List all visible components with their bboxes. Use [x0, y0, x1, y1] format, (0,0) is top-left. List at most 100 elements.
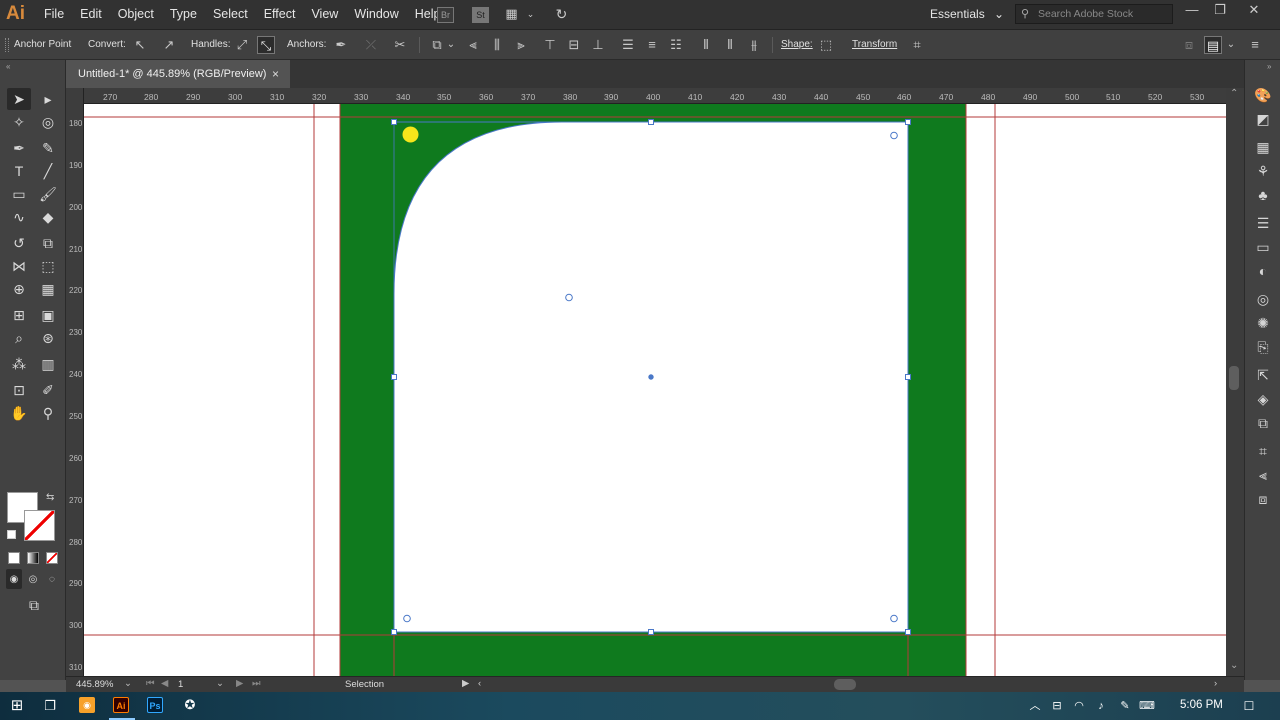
- artwork[interactable]: [84, 104, 1226, 676]
- transform-panel-icon[interactable]: ⌗: [1254, 442, 1272, 460]
- last-artboard-icon[interactable]: ⏭: [252, 678, 261, 689]
- curvature-tool-icon[interactable]: ✎: [36, 137, 60, 159]
- artboards-icon[interactable]: ◈: [1254, 390, 1272, 408]
- first-artboard-icon[interactable]: ⏮: [146, 678, 155, 689]
- artboard-tool-icon[interactable]: ⊡: [7, 379, 31, 401]
- default-fill-stroke-icon[interactable]: [7, 530, 16, 539]
- photoshop-taskbar-icon[interactable]: Ps: [147, 697, 163, 713]
- align-right-icon[interactable]: ⫸: [512, 36, 530, 54]
- width-tool-icon[interactable]: ⋈: [7, 255, 31, 277]
- screen-mode-icon[interactable]: ⧉: [22, 594, 46, 616]
- grip-handle[interactable]: [5, 38, 9, 52]
- color-mode-icon[interactable]: [8, 552, 20, 564]
- align-hcenter-icon[interactable]: ⫼: [488, 36, 506, 54]
- collapse-panel-icon[interactable]: «: [6, 62, 10, 71]
- rotate-tool-icon[interactable]: ↺: [7, 232, 31, 254]
- search-stock-input[interactable]: ⚲ Search Adobe Stock: [1015, 4, 1173, 24]
- draw-behind-icon[interactable]: ◎: [25, 569, 41, 589]
- status-menu-icon[interactable]: ▶: [462, 678, 469, 689]
- menu-effect[interactable]: Effect: [256, 0, 304, 30]
- firefox-icon[interactable]: ◉: [79, 697, 95, 713]
- chevron-up-icon[interactable]: ︿: [1024, 696, 1046, 716]
- stroke-panel-icon[interactable]: ☰: [1254, 214, 1272, 232]
- none-mode-icon[interactable]: [46, 552, 58, 564]
- selection-tool-icon[interactable]: ➤: [7, 88, 31, 110]
- windows-start-icon[interactable]: ⊞: [6, 696, 28, 716]
- magic-wand-tool-icon[interactable]: ✧: [7, 111, 31, 133]
- lasso-tool-icon[interactable]: ◎: [36, 111, 60, 133]
- pathfinder-panel-icon[interactable]: ⧈: [1254, 490, 1272, 508]
- center-point[interactable]: [648, 374, 654, 380]
- show-handles-icon[interactable]: ⤢: [233, 36, 251, 54]
- draw-normal-icon[interactable]: ◉: [6, 569, 22, 589]
- hide-handles-icon[interactable]: ⤡: [257, 36, 275, 54]
- arrange-documents-icon[interactable]: ▦: [503, 7, 520, 23]
- direct-selection-tool-icon[interactable]: ▸: [36, 88, 60, 110]
- chevron-down-icon[interactable]: ⌄: [442, 36, 460, 54]
- color-panel-icon[interactable]: 🎨: [1254, 86, 1272, 104]
- handle-bottom-right[interactable]: [905, 629, 911, 635]
- handle-middle-left[interactable]: [391, 374, 397, 380]
- convert-smooth-icon[interactable]: ↗: [160, 36, 178, 54]
- bridge-icon[interactable]: Br: [437, 7, 454, 23]
- distribute-bottom-icon[interactable]: ☷: [667, 36, 685, 54]
- shaper-tool-icon[interactable]: ∿: [7, 206, 31, 228]
- chevron-down-icon[interactable]: ⌄: [216, 678, 224, 689]
- perspective-grid-tool-icon[interactable]: ▦: [36, 278, 60, 300]
- transform-link[interactable]: Transform: [852, 30, 897, 59]
- swap-fill-stroke-icon[interactable]: ⇆: [46, 492, 54, 503]
- convert-corner-icon[interactable]: ↖: [131, 36, 149, 54]
- hand-tool-icon[interactable]: ✋: [7, 402, 31, 424]
- menu-view[interactable]: View: [303, 0, 346, 30]
- previous-artboard-icon[interactable]: ◀: [161, 678, 168, 689]
- draw-inside-icon[interactable]: ◌: [44, 569, 60, 589]
- brushes-panel-icon[interactable]: ⚘: [1254, 162, 1272, 180]
- export-icon[interactable]: ⇱: [1254, 366, 1272, 384]
- symbol-sprayer-tool-icon[interactable]: ⁂: [7, 353, 31, 375]
- appearance-panel-icon[interactable]: ◎: [1254, 290, 1272, 308]
- vertical-ruler[interactable]: 180 190 200 210 220 230 240 250 260 270 …: [66, 88, 84, 678]
- handle-top-left[interactable]: [391, 119, 397, 125]
- shape-link[interactable]: Shape:: [781, 30, 813, 59]
- vertical-scrollbar[interactable]: ⌃ ⌄: [1226, 88, 1244, 676]
- menu-edit[interactable]: Edit: [72, 0, 110, 30]
- stroke-swatch[interactable]: [24, 510, 55, 541]
- menu-file[interactable]: File: [36, 0, 72, 30]
- align-panel-icon[interactable]: ⫷: [1254, 466, 1272, 484]
- remove-anchor-icon[interactable]: ✒: [332, 36, 350, 54]
- menu-object[interactable]: Object: [110, 0, 162, 30]
- free-transform-tool-icon[interactable]: ⬚: [36, 255, 60, 277]
- panel-menu-icon[interactable]: ▤: [1204, 36, 1222, 54]
- transparency-panel-icon[interactable]: ◐: [1254, 262, 1272, 280]
- zoom-level[interactable]: 445.89%: [76, 679, 114, 690]
- restore-icon[interactable]: ❐: [1210, 2, 1230, 18]
- line-segment-tool-icon[interactable]: ╱: [36, 160, 60, 182]
- network-icon[interactable]: ⊟: [1046, 696, 1068, 716]
- swatches-panel-icon[interactable]: ▦: [1254, 138, 1272, 156]
- scroll-thumb[interactable]: [1229, 366, 1239, 390]
- menu-window[interactable]: Window: [346, 0, 406, 30]
- distribute-left-icon[interactable]: ⦀: [697, 36, 715, 54]
- zoom-tool-icon[interactable]: ⚲: [36, 402, 60, 424]
- minimize-icon[interactable]: —: [1182, 2, 1202, 17]
- gradient-panel-icon[interactable]: ▭: [1254, 238, 1272, 256]
- align-bottom-icon[interactable]: ⊥: [589, 36, 607, 54]
- distribute-right-icon[interactable]: ⫵: [745, 36, 763, 54]
- horizontal-ruler[interactable]: 270 280 290 300 310 320 330 340 350 360 …: [84, 88, 1226, 104]
- wifi-icon[interactable]: ◠: [1068, 696, 1090, 716]
- column-graph-tool-icon[interactable]: ▥: [36, 353, 60, 375]
- type-tool-icon[interactable]: T: [7, 160, 31, 182]
- symbols-panel-icon[interactable]: ♣: [1254, 186, 1272, 204]
- scroll-left-icon[interactable]: ‹: [478, 678, 481, 689]
- document-tab[interactable]: Untitled-1* @ 445.89% (RGB/Preview) ×: [66, 60, 290, 88]
- clock[interactable]: 5:06 PM: [1180, 699, 1223, 711]
- cut-path-icon[interactable]: ✂: [391, 36, 409, 54]
- shape-properties-icon[interactable]: ⬚: [817, 36, 835, 54]
- transform-options-icon[interactable]: ⌗: [908, 36, 926, 54]
- volume-icon[interactable]: ♪: [1090, 696, 1112, 716]
- color-guide-icon[interactable]: ◩: [1254, 110, 1272, 128]
- isolation-mode-icon[interactable]: ⧈: [1180, 36, 1198, 54]
- menu-type[interactable]: Type: [162, 0, 205, 30]
- blend-tool-icon[interactable]: ⊛: [36, 327, 60, 349]
- artboard-number[interactable]: 1: [178, 679, 183, 690]
